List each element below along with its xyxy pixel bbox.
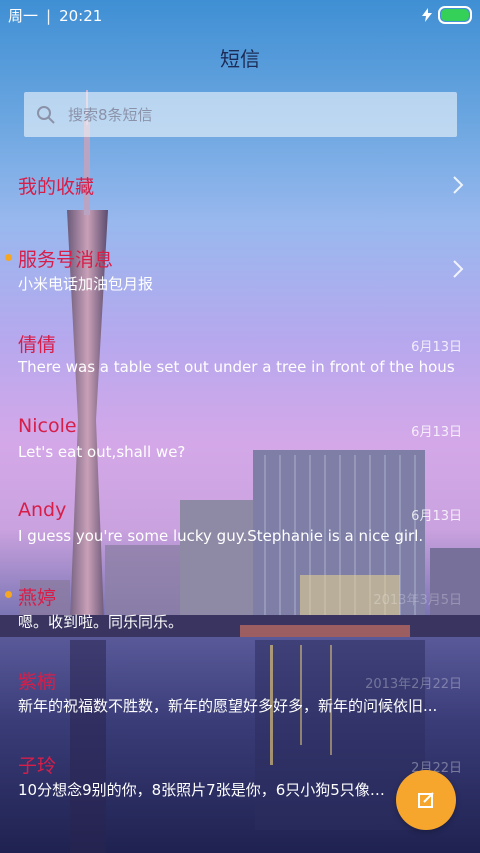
conversation-name: Andy: [18, 499, 67, 521]
conversation-preview: 小米电话加油包月报: [18, 275, 154, 293]
status-separator: |: [46, 6, 52, 25]
list-item-favorites[interactable]: 我的收藏: [0, 150, 480, 230]
compose-icon: [418, 792, 434, 808]
chevron-right-icon: [453, 260, 464, 278]
list-item-service-messages[interactable]: 服务号消息 小米电话加油包月报: [0, 235, 480, 315]
status-weekday: 周一: [8, 7, 39, 25]
search-placeholder: 搜索8条短信: [68, 106, 153, 124]
conversation-date: 2013年2月22日: [365, 677, 462, 692]
search-input[interactable]: 搜索8条短信: [24, 92, 457, 137]
conversation-name: 紫楠: [18, 671, 57, 693]
conversation-preview: 10分想念9别的你，8张照片7张是你，6只小狗5只像你，...: [18, 781, 398, 799]
list-item-conversation[interactable]: Nicole 6月13日 Let's eat out,shall we?: [0, 405, 480, 485]
conversation-name: Nicole: [18, 415, 77, 437]
conversation-preview: 新年的祝福数不胜数，新年的愿望好多好多，新年的问候依旧...: [18, 697, 438, 715]
list-item-conversation[interactable]: 燕婷 2013年3月5日 嗯。收到啦。同乐同乐。: [0, 573, 480, 653]
status-time: 20:21: [59, 6, 103, 25]
search-icon: [37, 105, 55, 124]
unread-dot: [5, 591, 12, 598]
conversation-date: 6月13日: [411, 340, 462, 355]
conversation-preview: 嗯。收到啦。同乐同乐。: [18, 613, 184, 631]
list-item-conversation[interactable]: Andy 6月13日 I guess you're some lucky guy…: [0, 489, 480, 569]
conversation-date: 6月13日: [411, 425, 462, 440]
conversation-date: 6月13日: [411, 509, 462, 524]
conversation-name: 燕婷: [18, 587, 57, 609]
conversation-preview: There was a table set out under a tree i…: [18, 358, 455, 376]
compose-button[interactable]: [396, 770, 456, 830]
conversation-name: 服务号消息: [18, 249, 114, 271]
conversation-name: 倩倩: [18, 334, 57, 356]
list-item-conversation[interactable]: 紫楠 2013年2月22日 新年的祝福数不胜数，新年的愿望好多好多，新年的问候依…: [0, 657, 480, 737]
conversation-name: 子玲: [18, 755, 57, 777]
conversation-name: 我的收藏: [18, 176, 95, 198]
battery-icon: [438, 6, 472, 24]
conversation-preview: I guess you're some lucky guy.Stephanie …: [18, 527, 424, 545]
list-item-conversation[interactable]: 倩倩 6月13日 There was a table set out under…: [0, 320, 480, 400]
unread-dot: [5, 254, 12, 261]
conversation-preview: Let's eat out,shall we?: [18, 443, 186, 461]
conversation-date: 2013年3月5日: [373, 593, 462, 608]
charging-bolt-icon: [422, 8, 432, 22]
status-bar: 周一 | 20:21: [0, 0, 480, 28]
page-title: 短信: [220, 47, 260, 71]
chevron-right-icon: [453, 176, 464, 194]
